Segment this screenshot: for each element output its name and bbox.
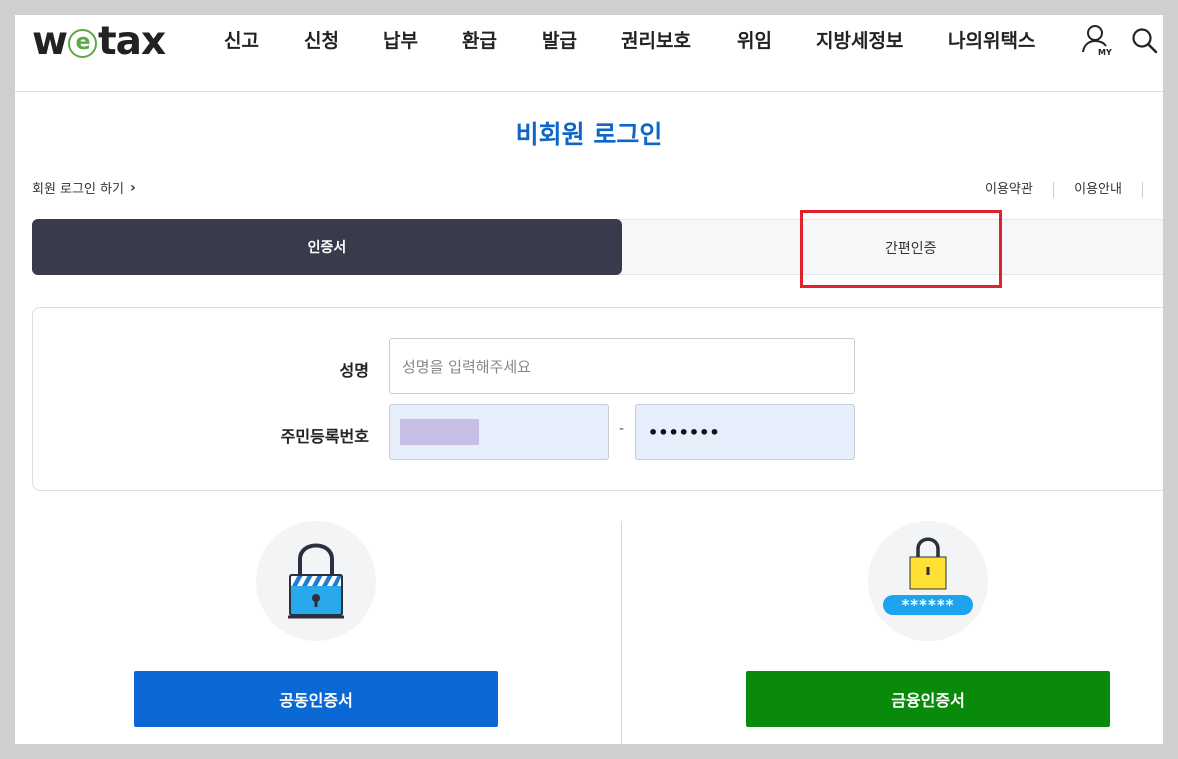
nav-item-local-tax-info[interactable]: 지방세정보 bbox=[816, 27, 903, 55]
finance-cert-icon-circle: ****** bbox=[868, 521, 988, 641]
redaction-block bbox=[400, 419, 479, 445]
rrn-separator: - bbox=[619, 421, 625, 437]
identity-form bbox=[32, 307, 1163, 491]
header: w e tax 신고 신청 납부 환급 발급 권리보호 위임 지방세정보 나의위택스… bbox=[15, 15, 1163, 91]
nav-item-delegate[interactable]: 위임 bbox=[737, 27, 772, 55]
user-my-icon[interactable]: MY bbox=[1081, 23, 1113, 57]
header-divider bbox=[15, 91, 1163, 92]
password-stars: ****** bbox=[901, 596, 954, 614]
search-icon[interactable] bbox=[1131, 27, 1159, 55]
nav-item-refund[interactable]: 환급 bbox=[462, 27, 497, 55]
rrn-label: 주민등록번호 bbox=[280, 427, 369, 446]
util-divider bbox=[1142, 181, 1144, 198]
tab-certificate[interactable]: 인증서 bbox=[32, 219, 622, 275]
nav-item-report[interactable]: 신고 bbox=[224, 27, 259, 55]
util-divider bbox=[1052, 181, 1054, 198]
nav-item-rights[interactable]: 권리보호 bbox=[621, 27, 691, 55]
joint-cert-icon-circle bbox=[256, 521, 376, 641]
nav-item-apply[interactable]: 신청 bbox=[304, 27, 339, 55]
nav-item-issue[interactable]: 발급 bbox=[542, 27, 577, 55]
logo-text-tax: tax bbox=[98, 18, 166, 64]
nav-item-my-wetax[interactable]: 나의위택스 bbox=[948, 27, 1035, 55]
padlock-icon bbox=[288, 543, 344, 619]
chevron-right-icon: › bbox=[130, 179, 136, 196]
options-divider bbox=[621, 521, 622, 744]
member-login-link[interactable]: 회원 로그인 하기 › bbox=[32, 178, 136, 198]
rrn-front-input[interactable] bbox=[389, 404, 609, 460]
terms-link[interactable]: 이용약관 bbox=[985, 178, 1033, 197]
my-label: MY bbox=[1098, 48, 1112, 57]
page: w e tax 신고 신청 납부 환급 발급 권리보호 위임 지방세정보 나의위택스… bbox=[15, 15, 1163, 744]
rrn-back-value: ••••••• bbox=[648, 422, 720, 442]
password-padlock-icon: ****** bbox=[883, 537, 973, 615]
nav-item-pay[interactable]: 납부 bbox=[383, 27, 418, 55]
joint-certificate-button[interactable]: 공동인증서 bbox=[134, 671, 498, 727]
rrn-back-input[interactable]: ••••••• bbox=[635, 404, 855, 460]
name-input[interactable]: 성명을 입력해주세요 bbox=[389, 338, 855, 394]
guide-link[interactable]: 이용안내 bbox=[1074, 178, 1122, 197]
wetax-logo[interactable]: w e tax bbox=[32, 18, 166, 64]
highlight-box bbox=[800, 210, 1002, 288]
name-label: 성명 bbox=[339, 361, 369, 380]
member-login-label: 회원 로그인 하기 bbox=[32, 182, 124, 197]
utility-links: 이용약관 이용안내 회원 bbox=[985, 178, 1163, 198]
page-title: 비회원 로그인 bbox=[515, 120, 663, 149]
financial-certificate-button[interactable]: 금융인증서 bbox=[746, 671, 1110, 727]
logo-text-w: w bbox=[32, 18, 68, 64]
logo-text-e: e bbox=[68, 28, 98, 58]
